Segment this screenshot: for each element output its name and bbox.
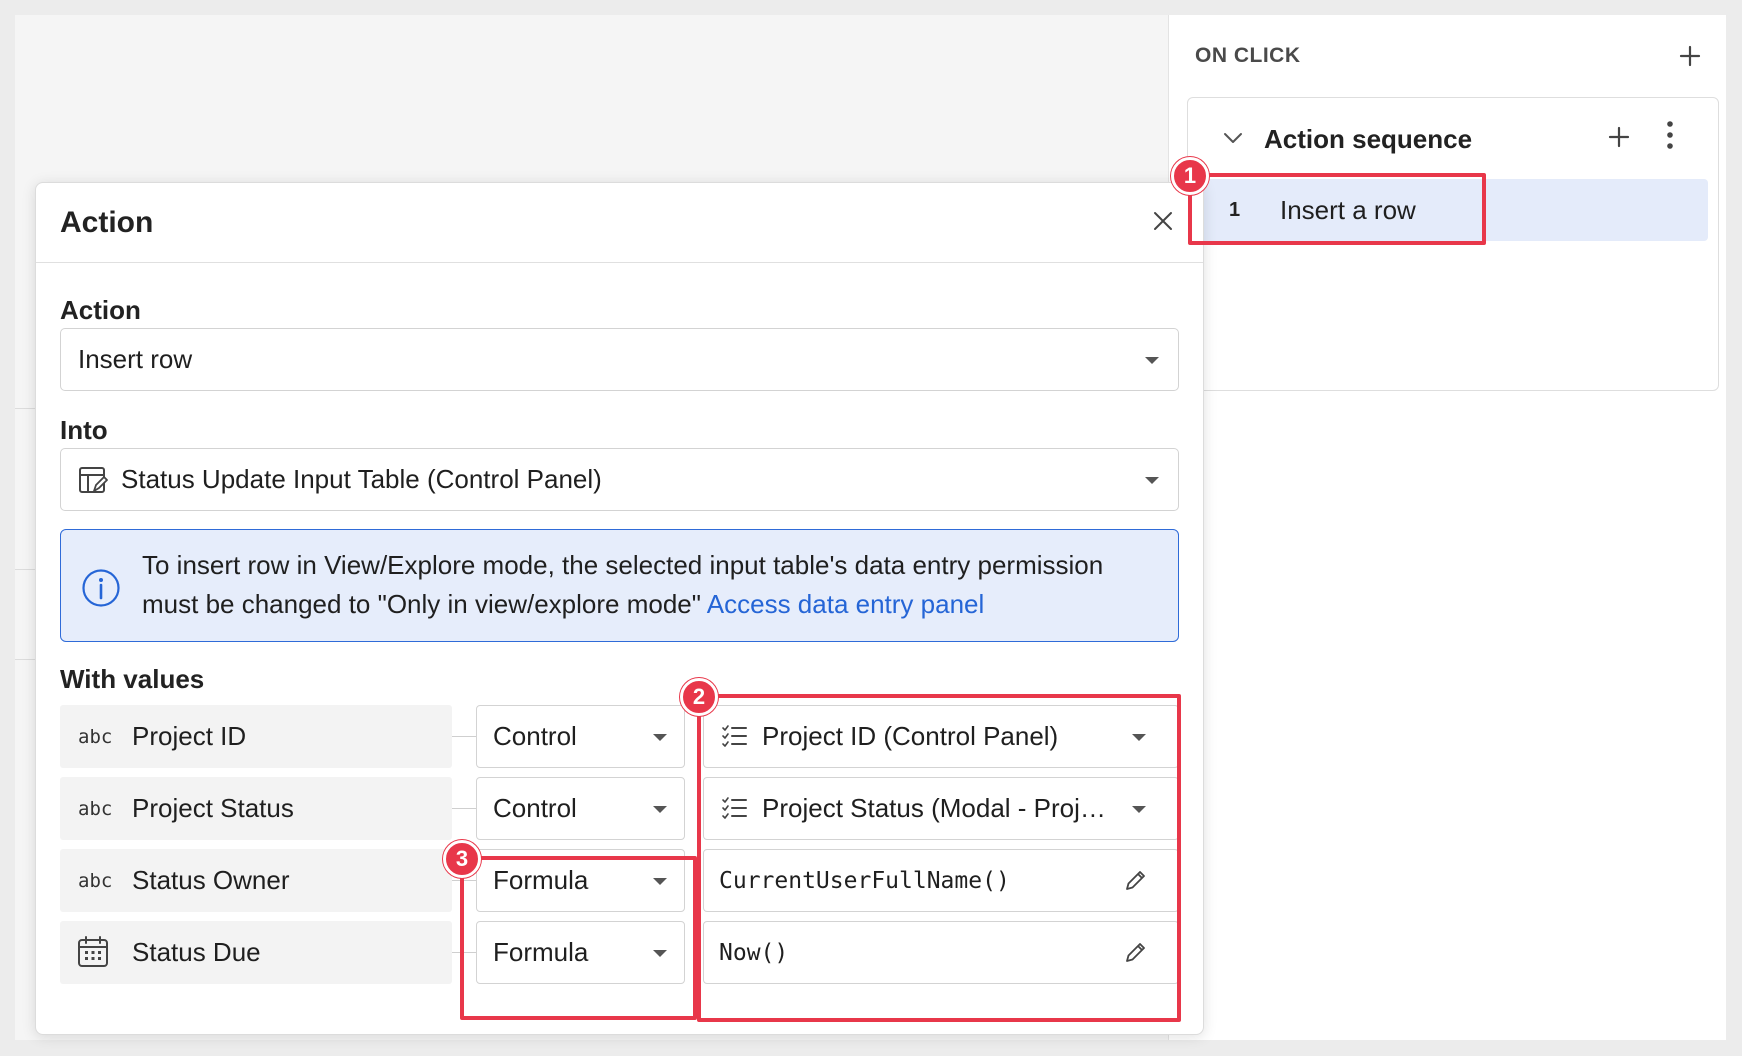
into-table-value: Status Update Input Table (Control Panel… (121, 464, 602, 494)
chevron-down-icon (653, 806, 667, 813)
add-to-sequence-plus-icon[interactable] (1604, 122, 1634, 152)
column-status-due: Status Due (60, 921, 452, 984)
modal-header: Action (36, 183, 1203, 263)
on-click-header: ON CLICK (1195, 39, 1705, 73)
highlight-box-1 (1188, 173, 1486, 245)
column-name: Project ID (132, 721, 247, 751)
row-connector (452, 808, 477, 809)
column-project-status: abc Project Status (60, 777, 452, 840)
chevron-down-icon (1145, 477, 1159, 484)
chevron-down-icon[interactable] (1218, 123, 1248, 153)
chevron-down-icon (653, 734, 667, 741)
action-type-value: Insert row (78, 344, 193, 374)
highlight-box-2 (697, 694, 1181, 1022)
annotation-badge-3: 3 (443, 840, 481, 878)
column-name: Project Status (132, 793, 294, 823)
text-type-tag: abc (78, 869, 113, 892)
action-field-label: Action (60, 295, 141, 325)
text-type-tag: abc (78, 725, 113, 748)
source-type-value: Control (493, 721, 577, 751)
source-type-value: Control (493, 793, 577, 823)
info-text: To insert row in View/Explore mode, the … (142, 546, 1152, 624)
info-icon (81, 568, 121, 613)
text-type-tag: abc (78, 797, 113, 820)
action-type-select[interactable]: Insert row (60, 328, 1179, 391)
on-click-panel: ON CLICK Action sequence 1 Insert a row (1168, 15, 1726, 1040)
with-values-label: With values (60, 664, 205, 694)
on-click-title: ON CLICK (1195, 44, 1301, 67)
column-project-id: abc Project ID (60, 705, 452, 768)
add-action-plus-icon[interactable] (1675, 41, 1705, 71)
highlight-box-3 (460, 856, 697, 1020)
source-type-select[interactable]: Control (476, 777, 685, 840)
input-table-icon (78, 465, 108, 500)
close-icon[interactable] (1147, 205, 1179, 237)
action-sequence-header: Action sequence (1188, 118, 1720, 158)
calendar-icon (77, 936, 109, 973)
column-status-owner: abc Status Owner (60, 849, 452, 912)
more-options-icon[interactable] (1655, 120, 1685, 150)
column-name: Status Owner (132, 865, 290, 895)
info-banner: To insert row in View/Explore mode, the … (60, 529, 1179, 642)
into-table-select[interactable]: Status Update Input Table (Control Panel… (60, 448, 1179, 511)
access-data-entry-panel-link[interactable]: Access data entry panel (707, 589, 985, 619)
annotation-badge-1: 1 (1171, 157, 1209, 195)
annotation-badge-2: 2 (680, 678, 718, 716)
into-field-label: Into (60, 415, 108, 445)
row-connector (452, 736, 477, 737)
modal-title: Action (60, 206, 154, 239)
source-type-select[interactable]: Control (476, 705, 685, 768)
column-name: Status Due (132, 937, 261, 967)
action-sequence-title: Action sequence (1264, 124, 1473, 154)
chevron-down-icon (1145, 357, 1159, 364)
